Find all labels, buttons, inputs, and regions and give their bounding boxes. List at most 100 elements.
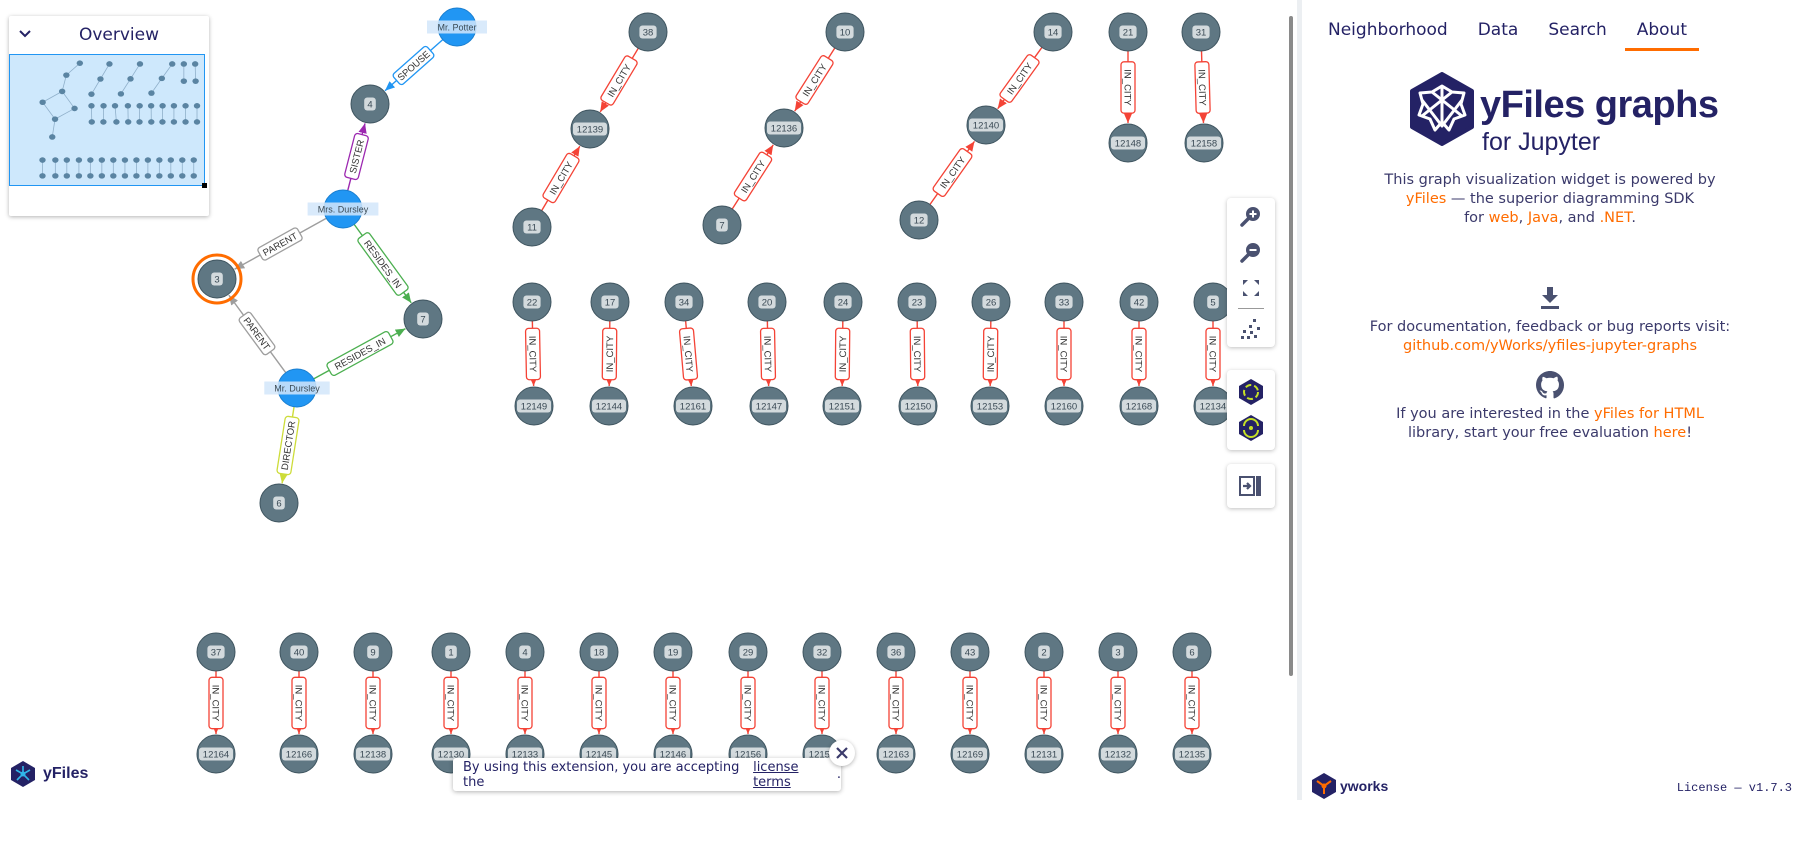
edge-label[interactable]: IN_CITY (1036, 676, 1052, 730)
node[interactable]: 12161 (673, 386, 713, 426)
edge-in-city[interactable]: IN_CITY (759, 320, 777, 387)
node[interactable]: 12153 (970, 386, 1010, 426)
edge-label[interactable]: IN_CITY (665, 676, 681, 730)
edge-label[interactable]: IN_CITY (740, 676, 756, 730)
edge-label[interactable]: IN_CITY (733, 151, 773, 202)
node[interactable]: 31 (1181, 12, 1221, 52)
node[interactable]: 12147 (749, 386, 789, 426)
edge-in-city[interactable]: IN_CITY (1184, 671, 1200, 734)
web-link[interactable]: web (1489, 210, 1519, 226)
node[interactable]: 6 (259, 483, 299, 523)
edge-label[interactable]: SPOUSE (392, 45, 435, 86)
edge-label[interactable]: IN_CITY (795, 55, 834, 106)
close-toast-button[interactable] (829, 740, 855, 766)
node[interactable]: 7 (702, 205, 742, 245)
edge-in-city[interactable]: IN_CITY (834, 320, 851, 387)
edge-in-city[interactable]: IN_CITY (208, 671, 224, 734)
node[interactable]: 34 (664, 282, 704, 322)
edge-in-city[interactable]: IN_CITY (524, 320, 542, 387)
node[interactable]: 29 (728, 632, 768, 672)
overview-header[interactable]: Overview (9, 16, 209, 54)
edge-label[interactable]: IN_CITY (1205, 327, 1221, 381)
edge-spouse[interactable]: SPOUSE (384, 39, 444, 92)
edge-label[interactable]: IN_CITY (591, 676, 607, 730)
edge-label[interactable]: IN_CITY (834, 327, 851, 381)
github-repo-link[interactable]: github.com/yWorks/yfiles-jupyter-graphs (1302, 337, 1798, 356)
node[interactable]: 20 (747, 282, 787, 322)
node[interactable]: 12135 (1172, 734, 1212, 774)
edge-in-city[interactable]: IN_CITY (794, 47, 836, 112)
edge-label[interactable]: IN_CITY (932, 147, 973, 198)
yfiles-link[interactable]: yFiles (1406, 191, 1446, 207)
edge-label[interactable]: IN_CITY (814, 676, 830, 730)
node[interactable]: 12148 (1108, 123, 1148, 163)
node[interactable]: 4 (505, 632, 545, 672)
node[interactable]: 43 (950, 632, 990, 672)
node[interactable]: 24 (823, 282, 863, 322)
edge-in-city[interactable]: IN_CITY (888, 671, 904, 734)
edge-in-city[interactable]: IN_CITY (591, 671, 607, 734)
edge-label[interactable]: IN_CITY (291, 676, 307, 730)
edge-label[interactable]: IN_CITY (888, 676, 904, 730)
node[interactable]: 3 (1098, 632, 1138, 672)
overview-map[interactable] (9, 54, 209, 216)
edge-in-city[interactable]: IN_CITY (740, 671, 756, 734)
edge-in-city[interactable]: IN_CITY (678, 320, 699, 387)
edge-director[interactable]: DIRECTOR (276, 406, 300, 484)
node[interactable]: 12136 (764, 108, 804, 148)
edge-in-city[interactable]: IN_CITY (443, 671, 459, 734)
edge-in-city[interactable]: IN_CITY (601, 320, 618, 387)
node[interactable]: 10 (825, 12, 865, 52)
edge-label[interactable]: IN_CITY (600, 55, 638, 106)
overview-viewport[interactable] (9, 54, 205, 186)
edge-label[interactable]: IN_CITY (1184, 676, 1200, 730)
node[interactable]: 1 (431, 632, 471, 672)
node[interactable]: 23 (897, 282, 937, 322)
node[interactable]: 12131 (1024, 734, 1064, 774)
tab-search[interactable]: Search (1536, 18, 1618, 51)
edge-label[interactable]: IN_CITY (365, 676, 381, 730)
node[interactable]: 12151 (822, 386, 862, 426)
node[interactable]: 12144 (589, 386, 629, 426)
person-node[interactable]: Mr. Potter (427, 7, 487, 47)
edge-label[interactable]: DIRECTOR (276, 415, 300, 476)
edge-label[interactable]: RESIDES_IN (326, 330, 394, 377)
node[interactable]: 11 (512, 207, 552, 247)
node[interactable]: 3 (191, 253, 243, 305)
edge-in-city[interactable]: IN_CITY (541, 145, 581, 212)
edge-label[interactable]: IN_CITY (962, 676, 978, 730)
edge-in-city[interactable]: IN_CITY (291, 671, 307, 734)
edge-label[interactable]: IN_CITY (1194, 61, 1211, 114)
edge-in-city[interactable]: IN_CITY (997, 47, 1043, 110)
node[interactable]: 19 (653, 632, 693, 672)
node[interactable]: 6 (1172, 632, 1212, 672)
node[interactable]: 37 (196, 632, 236, 672)
edge-resides-in[interactable]: RESIDES_IN (353, 223, 412, 304)
edge-label[interactable]: IN_CITY (601, 327, 618, 381)
node[interactable]: 12150 (898, 386, 938, 426)
edge-in-city[interactable]: IN_CITY (1205, 321, 1221, 386)
edge-label[interactable]: IN_CITY (999, 54, 1040, 104)
edge-label[interactable]: IN_CITY (443, 676, 459, 730)
hierarchic-layout-button[interactable] (1231, 374, 1271, 410)
edge-in-city[interactable]: IN_CITY (1056, 321, 1072, 386)
node[interactable]: 12149 (514, 386, 554, 426)
edge-in-city[interactable]: IN_CITY (517, 671, 533, 734)
license-version[interactable]: License — v1.7.3 (1677, 781, 1792, 795)
node[interactable]: 36 (876, 632, 916, 672)
node[interactable]: 38 (628, 12, 668, 52)
node[interactable]: 40 (279, 632, 319, 672)
node[interactable]: 12132 (1098, 734, 1138, 774)
license-terms-link[interactable]: license terms (753, 760, 837, 790)
edge-label[interactable]: IN_CITY (208, 676, 224, 730)
edge-label[interactable]: IN_CITY (517, 676, 533, 730)
node[interactable]: 42 (1119, 282, 1159, 322)
node[interactable]: 2 (1024, 632, 1064, 672)
canvas-scrollbar[interactable] (1289, 16, 1293, 676)
node[interactable]: 7 (403, 299, 443, 339)
node[interactable]: 32 (802, 632, 842, 672)
edge-label[interactable]: IN_CITY (1056, 327, 1072, 381)
edge-label[interactable]: IN_CITY (982, 327, 999, 381)
edge-in-city[interactable]: IN_CITY (1036, 671, 1052, 734)
edge-in-city[interactable]: IN_CITY (365, 671, 381, 734)
